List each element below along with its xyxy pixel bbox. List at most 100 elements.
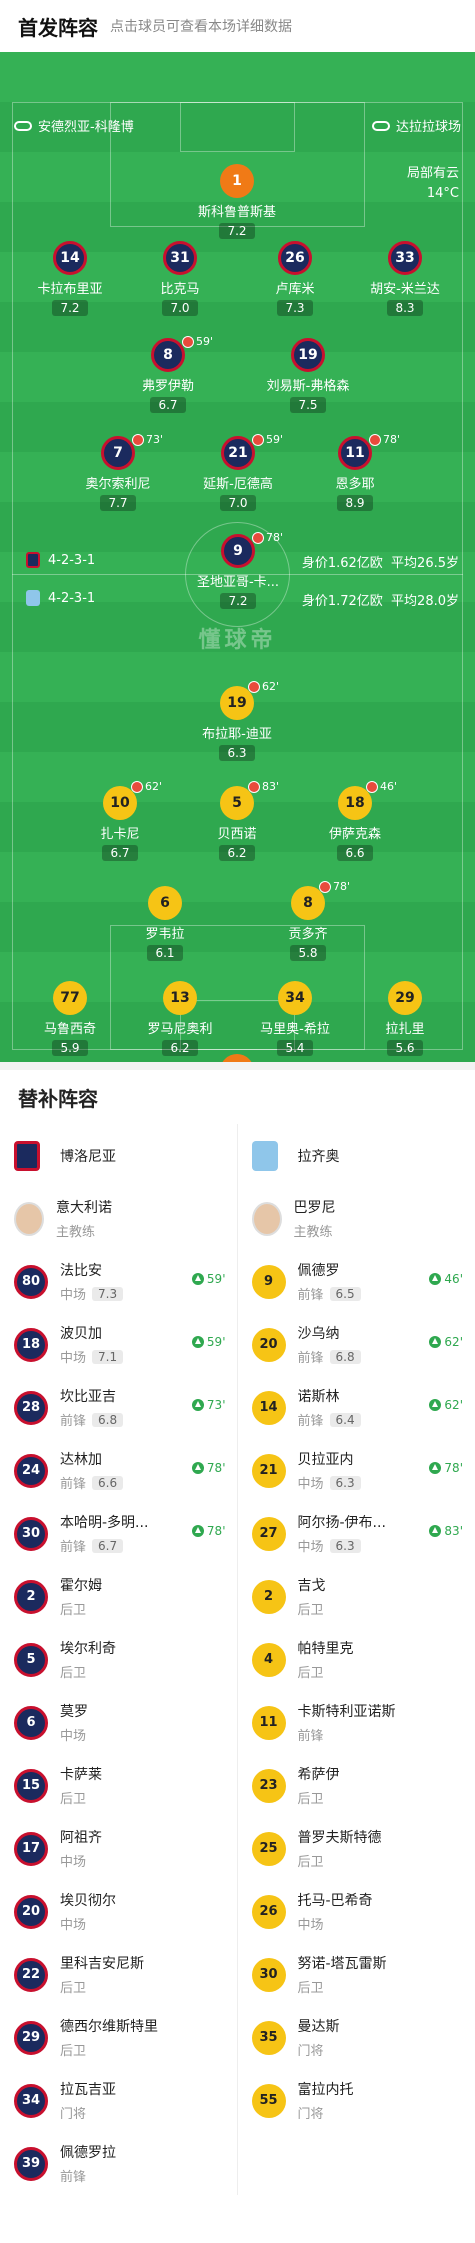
- sub-player-name: 努诺-塔瓦雷斯: [297, 1956, 387, 1972]
- jersey-number: 94: [220, 1054, 254, 1062]
- sub-player-row[interactable]: 28 坎比亚吉 前锋 6.8 73': [0, 1376, 238, 1439]
- sub-player-row[interactable]: 14 诺斯林 前锋 6.4 62': [238, 1376, 475, 1439]
- sub-player-name: 德西尔维斯特里: [60, 2019, 158, 2035]
- sub-player-row[interactable]: 6 莫罗 中场: [0, 1691, 238, 1754]
- jersey-number: 4: [251, 1642, 286, 1677]
- jersey-number: 77: [53, 981, 87, 1015]
- sub-player-row[interactable]: 23 希萨伊 后卫: [238, 1754, 475, 1817]
- jersey-number: 21: [251, 1453, 286, 1488]
- player-marker[interactable]: 9 78' 圣地亚哥-卡... 7.2: [183, 531, 293, 609]
- sub-player-rating: 6.6: [92, 1475, 124, 1490]
- player-marker[interactable]: 33 胡安-米兰达 8.3: [350, 241, 460, 316]
- sub-player-rating: 6.5: [329, 1286, 361, 1301]
- sub-player-row[interactable]: 26 托马-巴希奇 中场: [238, 1880, 475, 1943]
- sub-in-time: 46': [429, 1272, 463, 1286]
- jersey-number: 21 59': [221, 433, 283, 470]
- player-marker[interactable]: 19 刘易斯-弗格森 7.5: [253, 338, 363, 413]
- player-marker[interactable]: 34 马里奥-希拉 5.4: [240, 981, 350, 1056]
- player-marker[interactable]: 8 59' 弗罗伊勒 6.7: [113, 335, 223, 413]
- sub-player-name: 里科吉安尼斯: [60, 1956, 144, 1972]
- sub-player-rating: 6.3: [329, 1538, 361, 1553]
- jersey-number: 34: [14, 2083, 48, 2118]
- lineup-header: 首发阵容 点击球员可查看本场详细数据: [0, 0, 475, 52]
- player-marker[interactable]: 31 比克马 7.0: [125, 241, 235, 316]
- sub-player-row[interactable]: 22 里科吉安尼斯 后卫: [0, 1943, 238, 2006]
- player-name: 伊萨克森: [328, 827, 381, 842]
- sub-player-position: 前锋: [297, 1729, 324, 1744]
- jersey-number: 5: [14, 1642, 48, 1677]
- jersey-number: 15: [14, 1768, 48, 1803]
- player-marker[interactable]: 10 62' 扎卡尼 6.7: [65, 780, 175, 861]
- sub-player-row[interactable]: 35 曼达斯 门将: [238, 2006, 475, 2069]
- sub-player-row[interactable]: 4 帕特里克 后卫: [238, 1628, 475, 1691]
- sub-player-row[interactable]: 25 普罗夫斯特德 后卫: [238, 1817, 475, 1880]
- sub-player-row[interactable]: 11 卡斯特利亚诺斯 前锋: [238, 1691, 475, 1754]
- jersey-number: 18: [14, 1327, 48, 1362]
- sub-player-position: 前锋: [297, 1351, 324, 1366]
- sub-player-name: 埃贝彻尔: [60, 1893, 116, 1909]
- player-marker[interactable]: 13 罗马尼奥利 6.2: [125, 981, 235, 1056]
- player-name: 马里奥-希拉: [260, 1022, 330, 1037]
- sub-in-icon: [191, 1273, 204, 1285]
- sub-player-row[interactable]: 15 卡萨莱 后卫: [0, 1754, 238, 1817]
- sub-in-icon: [429, 1336, 442, 1348]
- lazio-coach[interactable]: 巴罗尼 主教练: [238, 1187, 475, 1250]
- player-marker[interactable]: 11 78' 恩多耶 8.9: [300, 433, 410, 511]
- jersey-number: 2: [251, 1579, 286, 1614]
- player-marker[interactable]: 18 46' 伊萨克森 6.6: [300, 780, 410, 861]
- sub-player-row[interactable]: 39 佩德罗拉 前锋: [0, 2132, 238, 2195]
- sub-player-row[interactable]: 30 努诺-塔瓦雷斯 后卫: [238, 1943, 475, 2006]
- player-name: 胡安-米兰达: [370, 282, 440, 297]
- player-marker[interactable]: 14 卡拉布里亚 7.2: [15, 241, 125, 316]
- player-marker[interactable]: 7 73' 奥尔索利尼 7.7: [63, 433, 173, 511]
- player-marker[interactable]: 29 拉扎里 5.6: [350, 981, 460, 1056]
- player-marker[interactable]: 8 78' 贡多齐 5.8: [253, 880, 363, 961]
- sub-player-position: 前锋: [60, 1540, 87, 1555]
- sub-player-row[interactable]: 27 阿尔扬-伊布... 中场 6.3 83': [238, 1502, 475, 1565]
- sub-player-row[interactable]: 20 埃贝彻尔 中场: [0, 1880, 238, 1943]
- sub-player-position: 门将: [297, 2107, 324, 2122]
- player-marker[interactable]: 1 斯科鲁普斯基 7.2: [182, 164, 292, 239]
- sub-player-row[interactable]: 20 沙乌纳 前锋 6.8 62': [238, 1313, 475, 1376]
- sub-player-position: 门将: [297, 2044, 324, 2059]
- sub-player-name: 曼达斯: [297, 2019, 340, 2035]
- jersey-number: 30: [14, 1516, 48, 1551]
- sub-player-position: 后卫: [60, 2044, 87, 2059]
- sub-player-row[interactable]: 29 德西尔维斯特里 后卫: [0, 2006, 238, 2069]
- player-marker[interactable]: 21 59' 延斯-厄德高 7.0: [183, 433, 293, 511]
- player-marker[interactable]: 6 罗韦拉 6.1: [110, 886, 220, 961]
- player-rating: 7.0: [220, 495, 256, 511]
- sub-player-row[interactable]: 2 霍尔姆 后卫: [0, 1565, 238, 1628]
- sub-player-row[interactable]: 17 阿祖齐 中场: [0, 1817, 238, 1880]
- sub-player-row[interactable]: 24 达林加 前锋 6.6 78': [0, 1439, 238, 1502]
- sub-player-row[interactable]: 9 佩德罗 前锋 6.5 46': [238, 1250, 475, 1313]
- sub-player-row[interactable]: 30 本哈明-多明... 前锋 6.7 78': [0, 1502, 238, 1565]
- sub-out-badge: 83': [248, 780, 279, 793]
- sub-player-row[interactable]: 55 富拉内托 门将: [238, 2069, 475, 2132]
- player-marker[interactable]: 94普罗韦德尔6.3: [182, 1054, 292, 1062]
- sub-out-icon: [131, 780, 143, 793]
- weather: 局部有云 14°C: [407, 164, 459, 204]
- sub-player-row[interactable]: 34 拉瓦吉亚 门将: [0, 2069, 238, 2132]
- player-marker[interactable]: 5 83' 贝西诺 6.2: [182, 780, 292, 861]
- player-name: 弗罗伊勒: [141, 379, 194, 394]
- player-marker[interactable]: 19 62' 布拉耶-迪亚 6.3: [182, 680, 292, 761]
- player-rating: 6.6: [337, 845, 373, 861]
- bologna-coach[interactable]: 意大利诺 主教练: [0, 1187, 238, 1250]
- sub-player-row[interactable]: 2 吉戈 后卫: [238, 1565, 475, 1628]
- jersey-number: 29: [388, 981, 422, 1015]
- sub-out-badge: 59': [252, 433, 283, 446]
- coach-avatar: [251, 1201, 282, 1236]
- sub-player-row[interactable]: 18 波贝加 中场 7.1 59': [0, 1313, 238, 1376]
- player-marker[interactable]: 26 卢库米 7.3: [240, 241, 350, 316]
- sub-player-name: 帕特里克: [297, 1641, 354, 1657]
- player-marker[interactable]: 77 马鲁西奇 5.9: [15, 981, 125, 1056]
- jersey-number: 17: [14, 1831, 48, 1866]
- sub-player-row[interactable]: 80 法比安 中场 7.3 59': [0, 1250, 238, 1313]
- jersey-number: 14: [251, 1390, 286, 1425]
- sub-out-badge: 78': [252, 531, 283, 544]
- sub-player-row[interactable]: 21 贝拉亚内 中场 6.3 78': [238, 1439, 475, 1502]
- sub-player-row[interactable]: 5 埃尔利奇 后卫: [0, 1628, 238, 1691]
- player-rating: 5.8: [290, 945, 326, 961]
- sub-in-time: 78': [429, 1461, 463, 1475]
